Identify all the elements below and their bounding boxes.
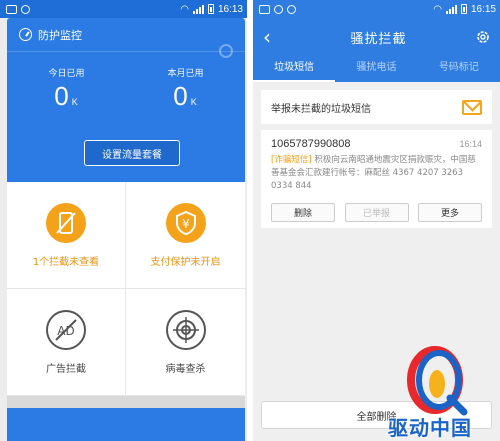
bottom-bar — [7, 408, 245, 441]
battery-icon — [207, 4, 214, 14]
back-icon[interactable]: ‹ — [263, 27, 283, 47]
report-spam-row[interactable]: 举报未拦截的垃圾短信 — [261, 90, 492, 124]
status-time: 16:15 — [470, 3, 496, 15]
monitor-title: 防护监控 — [38, 28, 82, 42]
watermark-text: 驱动中国 — [388, 416, 472, 440]
status-bar: ◠ 16:13 — [0, 0, 247, 18]
bottom-divider — [7, 396, 245, 408]
tab-spam-calls[interactable]: 骚扰电话 — [335, 56, 417, 82]
gear-icon[interactable] — [219, 44, 233, 58]
cat-icon — [21, 4, 30, 14]
traffic-monitor-panel: 防护监控 今日已用 0K 本月已用 0K 设置流量套餐 — [7, 18, 245, 182]
notification-icon — [6, 4, 17, 14]
tab-bar: 垃圾短信 骚扰电话 号码标记 — [253, 56, 500, 82]
battery-icon — [460, 4, 467, 14]
app-bar: ‹ 骚扰拦截 — [253, 18, 500, 56]
shield-status-icon — [274, 4, 283, 14]
today-usage-label: 今日已用 — [48, 69, 85, 79]
reported-button[interactable]: 已举报 — [344, 203, 409, 222]
tile-blocked-unviewed[interactable]: 1个拦截未查看 — [7, 182, 126, 289]
delete-button[interactable]: 删除 — [271, 203, 335, 222]
tile-payment-protection[interactable]: ¥ 支付保护未开启 — [126, 182, 245, 289]
tile-ad-block[interactable]: AD 广告拦截 — [7, 289, 126, 396]
status-time: 16:13 — [217, 3, 243, 15]
tile-label: 病毒查杀 — [165, 363, 206, 375]
yuan-shield-icon: ¥ — [165, 202, 206, 243]
message-body: [诈骗短信] 积极向云南昭通地震灾区捐款赈灾，中国慈善基金会汇款建行帐号：麻配丝… — [271, 154, 482, 193]
gauge-icon — [19, 28, 32, 41]
cat-icon — [287, 4, 296, 14]
svg-text:¥: ¥ — [182, 217, 190, 231]
wifi-icon: ◠ — [433, 3, 442, 15]
feature-grid: 1个拦截未查看 ¥ 支付保护未开启 AD 广告拦截 病毒查杀 — [7, 182, 245, 396]
fraud-tag: [诈骗短信] — [271, 155, 312, 165]
tile-virus-scan[interactable]: 病毒查杀 — [126, 289, 245, 396]
set-data-plan-button[interactable]: 设置流量套餐 — [84, 140, 180, 166]
tile-label: 支付保护未开启 — [150, 256, 221, 268]
notification-icon — [259, 4, 270, 14]
message-sender: 1065787990808 — [271, 138, 351, 150]
gear-icon[interactable] — [474, 28, 492, 46]
month-usage: 本月已用 0K — [126, 66, 245, 122]
right-phone-screen: ◠ 16:15 ‹ 骚扰拦截 垃圾短信 骚扰电话 号码标记 举报未拦截的垃圾短信… — [253, 0, 500, 441]
screenshot-stage: ◠ 16:13 防护监控 今日已用 0K 本月已用 0K 设置流量套餐 1个拦截… — [0, 0, 500, 441]
more-button[interactable]: 更多 — [418, 203, 482, 222]
ad-block-icon: AD — [46, 309, 86, 350]
wifi-icon: ◠ — [180, 3, 189, 15]
today-usage: 今日已用 0K — [7, 66, 126, 122]
message-time: 16:14 — [459, 139, 482, 149]
phone-block-icon — [46, 202, 86, 243]
month-usage-label: 本月已用 — [167, 69, 204, 79]
page-title: 骚扰拦截 — [350, 31, 407, 47]
tile-label: 广告拦截 — [46, 363, 86, 375]
today-usage-value: 0K — [54, 81, 79, 111]
signal-icon — [445, 4, 457, 14]
monitor-header: 防护监控 — [7, 18, 245, 52]
tab-spam-sms[interactable]: 垃圾短信 — [253, 56, 336, 82]
report-spam-label: 举报未拦截的垃圾短信 — [271, 103, 371, 115]
tile-label: 1个拦截未查看 — [32, 256, 100, 268]
signal-icon — [192, 4, 204, 14]
status-bar: ◠ 16:15 — [253, 0, 500, 18]
message-card[interactable]: 1065787990808 16:14 [诈骗短信] 积极向云南昭通地震灾区捐款… — [261, 130, 492, 228]
tab-number-tags[interactable]: 号码标记 — [418, 56, 500, 82]
month-usage-value: 0K — [173, 81, 198, 111]
message-actions: 删除 已举报 更多 — [271, 203, 482, 222]
crosshair-icon — [165, 309, 206, 350]
mail-icon — [462, 99, 482, 115]
left-phone-screen: ◠ 16:13 防护监控 今日已用 0K 本月已用 0K 设置流量套餐 1个拦截… — [0, 0, 247, 441]
